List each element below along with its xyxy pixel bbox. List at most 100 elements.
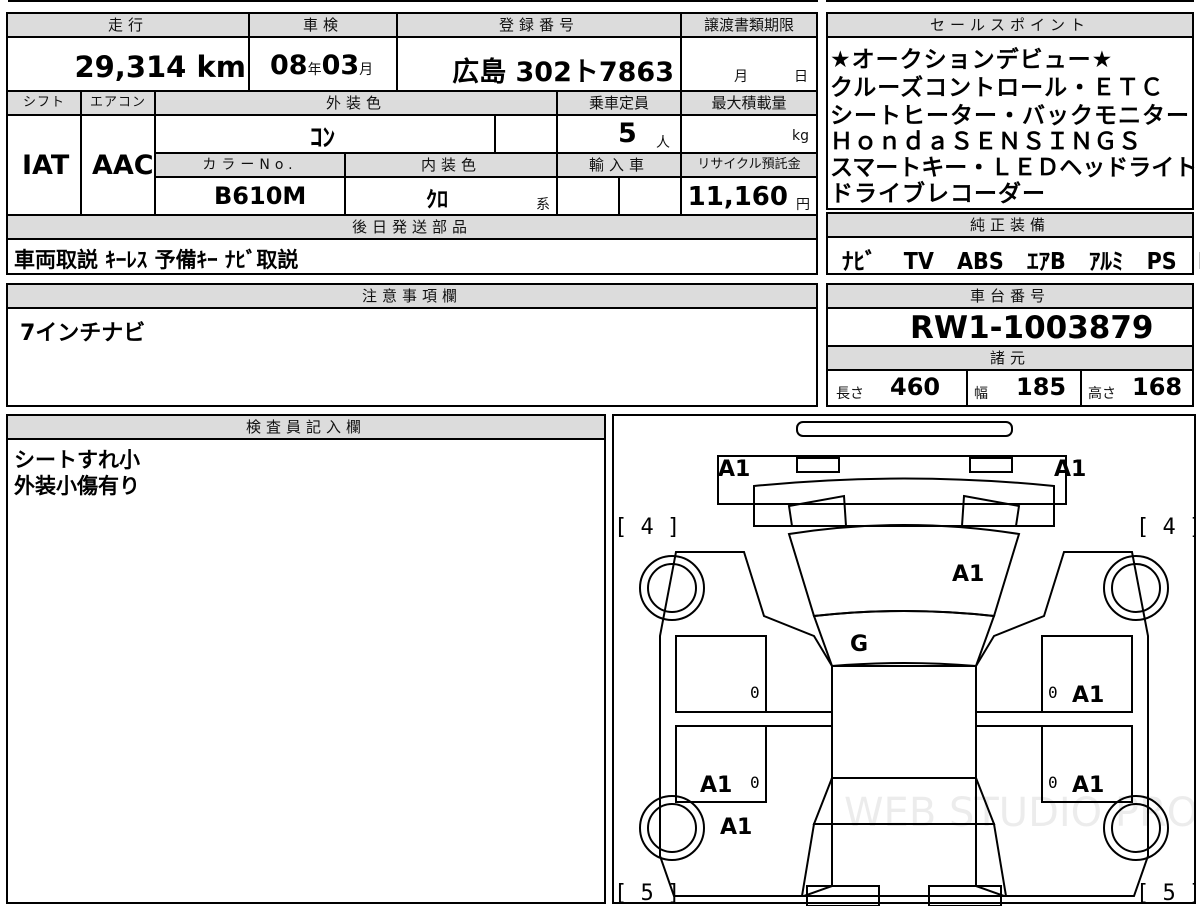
equip-alloy: ｱﾙﾐ xyxy=(1088,249,1124,275)
tire-tread-front-left: [ 4 ] xyxy=(614,515,680,540)
sales-line: クルーズコントロール・ＥＴＣ xyxy=(830,75,1165,101)
equip-airbag: ｴｱB xyxy=(1026,249,1066,275)
damage-mark-front-right-door: A1 xyxy=(1072,683,1104,708)
spec-header: 諸元 xyxy=(828,347,1192,369)
length-label: 長さ xyxy=(836,386,864,402)
damage-mark-front-left: A1 xyxy=(718,457,750,482)
sales-line: ＨｏｎｄａＳＥＮＳＩＮＧＳ xyxy=(830,129,1142,155)
sales-line: シートヒーター・バックモニター xyxy=(830,103,1190,129)
notes-box: 注意事項欄 7インチナビ xyxy=(6,283,818,407)
inspector-box: 検査員記入欄 シートすれ小 外装小傷有り xyxy=(6,414,606,904)
chassis-header: 車台番号 xyxy=(828,285,1192,307)
equip-navi: ﾅﾋﾞ xyxy=(842,249,877,275)
right-body-shape xyxy=(975,551,1149,897)
inspection-month: 03 xyxy=(321,50,360,81)
recycle-fee: 11,160 xyxy=(687,182,788,212)
sales-line: スマートキー・ＬＥＤヘッドライト xyxy=(830,155,1198,181)
shift-value: IAT xyxy=(22,150,70,181)
grille-right-shape xyxy=(960,494,1021,527)
damage-mark-windshield: G xyxy=(850,632,868,657)
zero-mark-fr-door: 0 xyxy=(1048,683,1058,702)
plate-header: 登録番号 xyxy=(398,14,680,36)
hood-shape xyxy=(787,524,1021,618)
zero-mark-rl-door: 0 xyxy=(750,773,760,792)
damage-mark-rear-left-door: A1 xyxy=(700,773,732,798)
hood-upper-shape xyxy=(753,477,1055,527)
inspection-year: 08 xyxy=(270,50,308,81)
sales-line: ★オークションデビュー★ xyxy=(830,47,1114,73)
equipment-list: ﾅﾋﾞ TV ABS ｴｱB ｱﾙﾐ PS PW xyxy=(842,242,1200,276)
notes-text: 7インチナビ xyxy=(20,321,146,346)
sales-line: ドライブレコーダー xyxy=(830,181,1046,207)
interior-color-header: 内装色 xyxy=(346,154,556,176)
recycle-header: リサイクル預託金 xyxy=(682,154,816,176)
year-unit: 年 xyxy=(307,62,322,78)
height-label: 高さ xyxy=(1088,386,1116,402)
sales-header: セールスポイント xyxy=(828,14,1192,36)
headlight-left-shape xyxy=(796,457,840,473)
later-parts-header: 後日発送部品 xyxy=(8,216,816,238)
damage-mark-hood: A1 xyxy=(952,562,984,587)
exterior-color-header: 外装色 xyxy=(156,92,556,114)
capacity-value: 5 xyxy=(618,118,637,149)
tire-tread-front-right: [ 4 ] xyxy=(1136,515,1194,540)
recycle-unit: 円 xyxy=(796,197,810,213)
equip-tv: TV xyxy=(903,249,934,275)
watermark-text: WEB STUDIO PRO xyxy=(844,790,1194,836)
shift-header: シフト xyxy=(8,92,80,114)
width-value: 185 xyxy=(1016,373,1067,401)
mileage-value: 29,314 xyxy=(74,50,187,84)
inspector-header: 検査員記入欄 xyxy=(8,416,604,438)
notes-header: 注意事項欄 xyxy=(8,285,816,307)
top-edge-line xyxy=(8,0,818,2)
equipment-header: 純正装備 xyxy=(828,214,1192,236)
car-diagram-box: [ 4 ] [ 4 ] [ 5 ] [ 5 ] A1 A1 A1 G A1 A1… xyxy=(612,414,1196,906)
car-diagram: [ 4 ] [ 4 ] [ 5 ] [ 5 ] A1 A1 A1 G A1 A1… xyxy=(614,421,1194,906)
later-parts-value: 車両取説 ｷｰﾚｽ 予備ｷｰ ﾅﾋﾞ取説 xyxy=(14,248,299,272)
front-left-wheel-shape xyxy=(639,555,705,621)
transfer-day-unit: 日 xyxy=(794,69,808,85)
zero-mark-fl-door: 0 xyxy=(750,683,760,702)
inspection-header: 車検 xyxy=(250,14,396,36)
width-label: 幅 xyxy=(974,386,988,402)
windshield-shape xyxy=(812,610,996,668)
color-no-header: カラーNo. xyxy=(156,154,344,176)
capacity-unit: 人 xyxy=(656,135,670,151)
damage-mark-rear-left-fender: A1 xyxy=(720,815,752,840)
tire-tread-rear-left: [ 5 ] xyxy=(614,881,680,906)
mileage-header: 走行 xyxy=(8,14,248,36)
capacity-header: 乗車定員 xyxy=(558,92,680,114)
max-load-header: 最大積載量 xyxy=(682,92,816,114)
equip-abs: ABS xyxy=(957,249,1004,275)
grille-left-shape xyxy=(787,494,848,527)
front-spoiler-shape xyxy=(796,421,1013,437)
color-no-value: B610M xyxy=(214,182,307,210)
transfer-header: 譲渡書類期限 xyxy=(682,14,816,36)
top-edge-line-right xyxy=(826,0,1194,2)
equip-ps: PS xyxy=(1146,249,1177,275)
month-unit: 月 xyxy=(359,62,374,78)
damage-mark-front-right: A1 xyxy=(1054,457,1086,482)
left-body-shape xyxy=(659,551,833,897)
headlight-right-shape xyxy=(969,457,1013,473)
mileage-unit: km xyxy=(196,50,246,84)
roof-shape xyxy=(831,665,977,779)
rear-left-wheel-shape xyxy=(639,795,705,861)
height-value: 168 xyxy=(1132,373,1183,401)
ac-value: AAC xyxy=(92,150,154,181)
main-info-table: 走行 車検 登録番号 譲渡書類期限 29,314 km 08年03月 広島 30… xyxy=(6,12,818,275)
inspector-line-2: 外装小傷有り xyxy=(14,474,140,498)
tire-tread-rear-right: [ 5 ] xyxy=(1136,881,1194,906)
chassis-box: 車台番号 RW1-1003879 諸元 長さ 460 幅 185 高さ 168 xyxy=(826,283,1194,407)
equipment-box: 純正装備 ﾅﾋﾞ TV ABS ｴｱB ｱﾙﾐ PS PW xyxy=(826,212,1200,275)
ac-header: エアコン xyxy=(82,92,154,114)
import-header: 輸入車 xyxy=(558,154,680,176)
plate-number: 広島 302ト7863 xyxy=(452,57,674,88)
front-bumper-shape xyxy=(717,455,1067,505)
max-load-unit: kg xyxy=(792,128,809,144)
interior-suffix: 系 xyxy=(536,197,550,213)
front-right-wheel-shape xyxy=(1103,555,1169,621)
chassis-number: RW1-1003879 xyxy=(910,310,1154,346)
sales-points-box: セールスポイント ★オークションデビュー★ クルーズコントロール・ＥＴＣ シート… xyxy=(826,12,1198,210)
exterior-color-value: ｺﾝ xyxy=(310,123,336,152)
